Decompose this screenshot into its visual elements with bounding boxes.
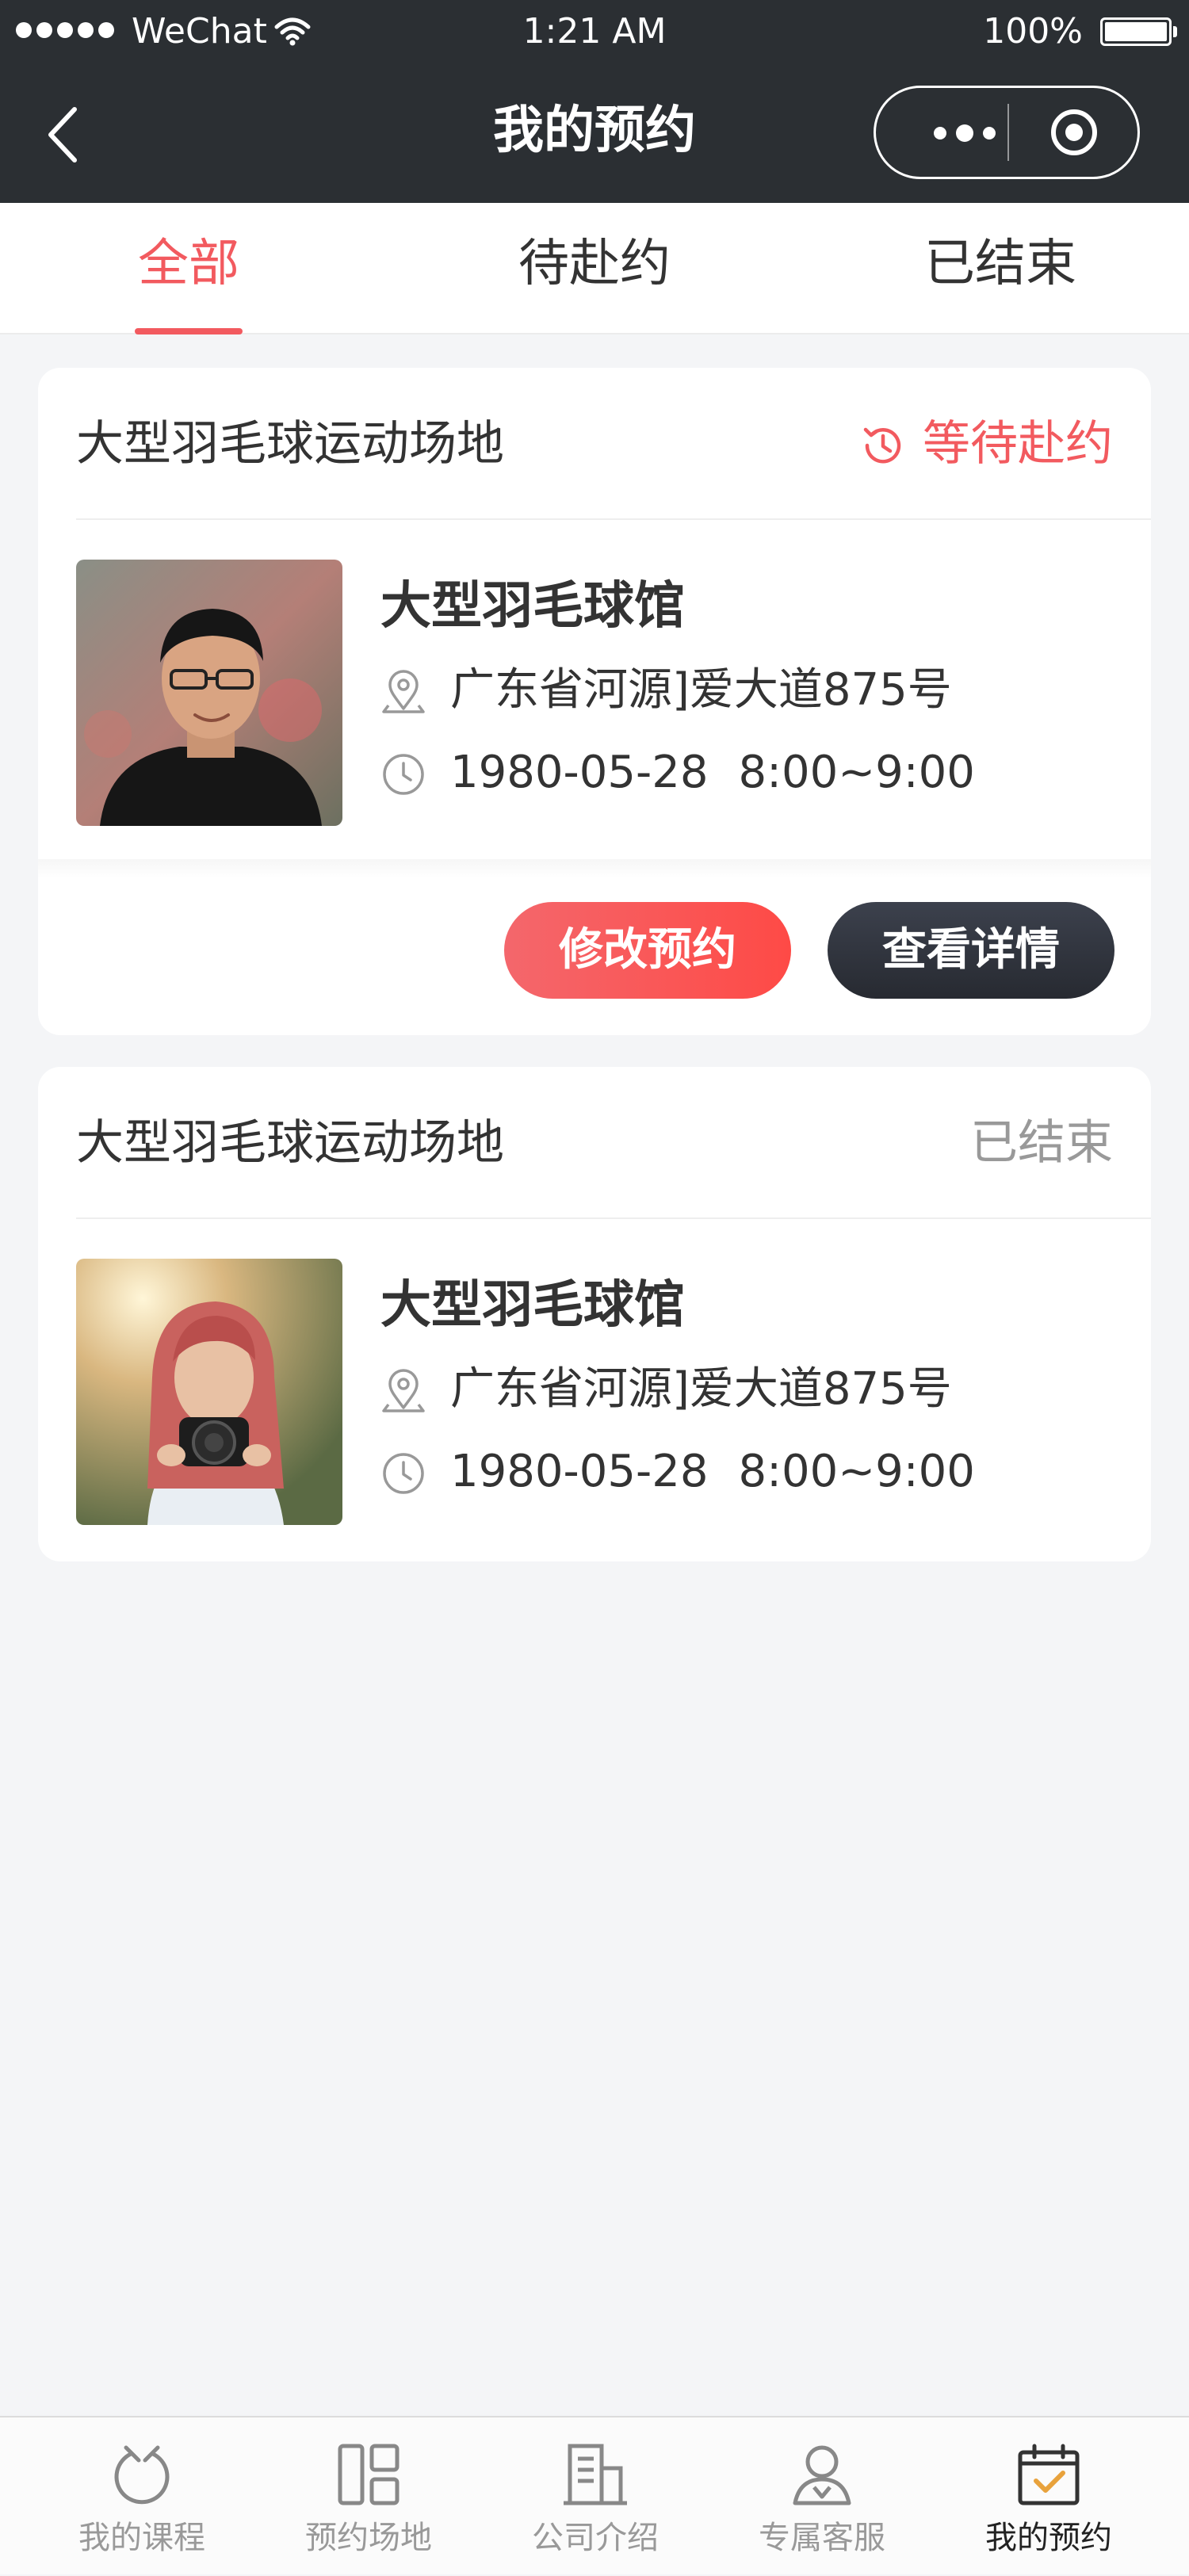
tabbar-label: 我的课程: [78, 2520, 205, 2556]
venue-name: 大型羽毛球运动场地: [76, 416, 504, 472]
active-tab-indicator: [135, 328, 243, 334]
bottom-tab-bar: 我的课程 预约场地 公司介绍 专属客服 我的预约: [0, 2416, 1189, 2574]
battery-percentage: 100%: [983, 11, 1083, 52]
navigation-bar: 我的预约: [0, 63, 1189, 203]
tabbar-label: 公司介绍: [532, 2520, 659, 2556]
tabbar-item-company-intro[interactable]: 公司介绍: [482, 2417, 709, 2576]
miniprogram-capsule: [874, 86, 1140, 179]
view-details-button[interactable]: 查看详情: [828, 902, 1114, 999]
booking-date: 1980-05-28: [450, 747, 709, 798]
tabbar-item-my-bookings[interactable]: 我的预约: [935, 2417, 1162, 2576]
tab-ended[interactable]: 已结束: [921, 230, 1080, 298]
address-text: 广东省河源]爱大道875号: [450, 664, 952, 716]
address-text: 广东省河源]爱大道875号: [450, 1363, 952, 1415]
tabbar-item-my-courses[interactable]: 我的课程: [29, 2417, 255, 2576]
booking-time: 8:00~9:00: [738, 747, 975, 798]
company-building-icon: [564, 2444, 627, 2505]
courses-icon: [114, 2445, 170, 2505]
tabbar-item-book-venue[interactable]: 预约场地: [255, 2417, 482, 2576]
tabbar-label: 我的预约: [985, 2520, 1112, 2556]
tabbar-label: 专属客服: [759, 2520, 885, 2556]
booking-card: 大型羽毛球运动场地 等待赴约 大型羽毛球馆 广东省河源]爱大道875号 1980…: [38, 368, 1151, 1035]
booking-card-header: 大型羽毛球运动场地 已结束: [38, 1067, 1151, 1217]
modify-booking-button[interactable]: 修改预约: [504, 902, 791, 999]
hall-name: 大型羽毛球馆: [380, 1276, 685, 1335]
booking-card-header: 大型羽毛球运动场地 等待赴约: [38, 368, 1151, 518]
venue-photo: [76, 560, 342, 826]
history-clock-icon: [863, 427, 901, 464]
booking-card: 大型羽毛球运动场地 已结束 大型羽毛球馆 广东省河源]爱大道875号 1980-…: [38, 1067, 1151, 1561]
service-person-icon: [793, 2445, 851, 2505]
status-badge: 已结束: [970, 1115, 1113, 1171]
battery-icon: [1100, 17, 1177, 46]
venue-photo: [76, 1259, 342, 1525]
venue-name: 大型羽毛球运动场地: [76, 1115, 504, 1171]
status-bar: WeChat 1:21 AM 100%: [0, 0, 1189, 63]
tab-upcoming[interactable]: 待赴约: [515, 230, 674, 298]
booking-time: 8:00~9:00: [738, 1446, 975, 1497]
booking-actions: 修改预约 查看详情: [38, 859, 1151, 1030]
booking-details[interactable]: 大型羽毛球馆 广东省河源]爱大道875号 1980-05-28 8:00~9:00: [38, 520, 1151, 826]
filter-tabs: 全部 待赴约 已结束: [0, 203, 1189, 334]
tab-all[interactable]: 全部: [135, 230, 243, 298]
tabbar-item-customer-service[interactable]: 专属客服: [709, 2417, 935, 2576]
more-options-icon[interactable]: [909, 117, 1020, 149]
hall-name: 大型羽毛球馆: [380, 577, 685, 636]
actions-separator: [38, 859, 1151, 878]
clock-icon: [383, 754, 424, 795]
datetime-text: 1980-05-28 8:00~9:00: [450, 1438, 975, 1506]
booking-date: 1980-05-28: [450, 1446, 709, 1497]
datetime-text: 1980-05-28 8:00~9:00: [450, 739, 975, 807]
close-miniprogram-icon[interactable]: [1049, 107, 1099, 158]
booking-details[interactable]: 大型羽毛球馆 广东省河源]爱大道875号 1980-05-28 8:00~9:00: [38, 1219, 1151, 1525]
tabbar-label: 预约场地: [305, 2520, 432, 2556]
calendar-check-icon: [1018, 2444, 1080, 2505]
capsule-divider: [1007, 104, 1009, 161]
location-pin-icon: [382, 670, 425, 713]
status-badge: 等待赴约: [859, 411, 1113, 477]
status-text: 等待赴约: [923, 416, 1113, 472]
venue-grid-icon: [338, 2444, 400, 2505]
location-pin-icon: [382, 1369, 425, 1412]
clock-icon: [383, 1453, 424, 1494]
